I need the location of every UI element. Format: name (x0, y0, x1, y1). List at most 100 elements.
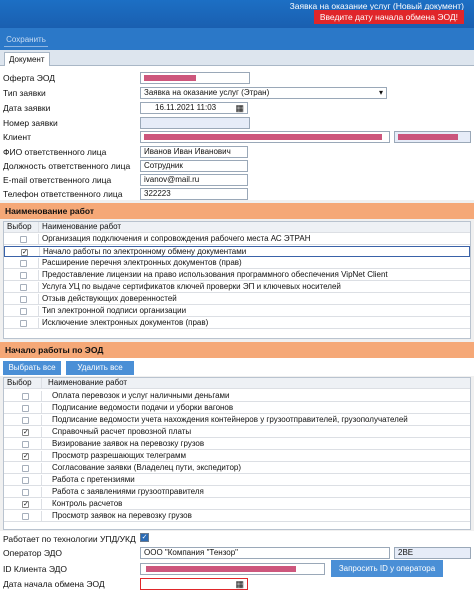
responsible-name-field[interactable]: Иванов Иван Иванович (140, 146, 248, 158)
document-form: Оферта ЭОД Тип заявки Заявка на оказание… (0, 66, 474, 200)
table-row[interactable]: Просмотр заявок на перевозку грузов (4, 511, 470, 522)
calendar-icon[interactable]: ▦ (235, 103, 244, 113)
row-checkbox[interactable] (22, 489, 29, 496)
upd-checkbox[interactable]: ✓ (140, 533, 149, 542)
redacted-mark (398, 134, 458, 140)
eod-section-header: Начало работы по ЭОД (0, 342, 474, 358)
checkmark-icon[interactable]: ✓ (22, 429, 29, 436)
start-date-label: Дата начала обмена ЭОД (3, 579, 105, 589)
responsible-name-label: ФИО ответственного лица (3, 147, 107, 157)
table-row[interactable]: Работа с заявлениями грузоотправителя (4, 487, 470, 498)
row-checkbox[interactable] (22, 513, 29, 520)
request-id-button[interactable]: Запросить ID у оператора (331, 560, 443, 577)
operator-code-field[interactable]: 2BE (394, 547, 471, 559)
save-button[interactable]: Сохранить (Ctrl+S) (4, 32, 48, 59)
client-id-label: ID Клиента ЭДО (3, 564, 68, 574)
row-checkbox[interactable] (22, 393, 29, 400)
table-row[interactable]: Тип электронной подписи организации (4, 306, 470, 317)
table-row[interactable]: Согласование заявки (Владелец пути, эксп… (4, 463, 470, 474)
redacted-mark (146, 566, 296, 572)
calendar-icon[interactable]: ▦ (235, 579, 244, 589)
col-select-header: Выбор (4, 378, 42, 388)
row-name: Тип электронной подписи организации (42, 306, 187, 315)
responsible-email-field[interactable]: ivanov@mail.ru (140, 174, 248, 186)
table-row[interactable]: Подписание ведомости подачи и уборки ваг… (4, 403, 470, 414)
select-all-button[interactable]: Выбрать все (3, 361, 61, 375)
table-row[interactable]: ✓ Начало работы по электронному обмену д… (4, 246, 470, 257)
responsible-position-label: Должность ответственного лица (3, 161, 131, 171)
start-date-field[interactable]: ▦ (140, 578, 248, 590)
responsible-email-label: E-mail ответственного лица (3, 175, 112, 185)
row-name: Отзыв действующих доверенностей (42, 294, 177, 303)
row-name: Исключение электронных документов (прав) (42, 318, 209, 327)
request-date-label: Дата заявки (3, 103, 51, 113)
table-row[interactable]: Услуга УЦ по выдаче сертификатов ключей … (4, 282, 470, 293)
table-row[interactable]: Оплата перевозок и услуг наличными деньг… (4, 391, 470, 402)
request-date-field[interactable]: 16.11.2021 11:03 ▦ (140, 102, 248, 114)
table-header: Выбор Наименование работ (4, 378, 470, 389)
table-row[interactable]: Визирование заявок на перевозку грузов (4, 439, 470, 450)
eod-button-bar: Выбрать все Удалить все (0, 358, 474, 376)
row-name: Контроль расчетов (52, 499, 123, 508)
eod-table: Выбор Наименование работ Оплата перевозо… (3, 377, 471, 530)
col-name-header: Наименование работ (48, 378, 128, 387)
row-checkbox[interactable] (22, 417, 29, 424)
request-type-select[interactable]: Заявка на оказание услуг (Этран) ▾ (140, 87, 387, 99)
operator-field[interactable]: ООО "Компания "Тензор" (140, 547, 390, 559)
upd-label: Работает по технологии УПД/УКД (3, 534, 136, 544)
responsible-phone-field[interactable]: 322223 (140, 188, 248, 200)
table-row[interactable]: Организация подключения и сопровождения … (4, 234, 470, 245)
request-date-value: 16.11.2021 11:03 (155, 103, 217, 112)
row-checkbox[interactable] (20, 236, 27, 243)
table-row[interactable]: Подписание ведомости учета нахождения ко… (4, 415, 470, 426)
table-row[interactable]: Предоставление лицензии на право использ… (4, 270, 470, 281)
tab-bar: Документ (0, 50, 474, 66)
request-type-label: Тип заявки (3, 88, 46, 98)
row-name: Расширение перечня электронных документо… (42, 258, 242, 267)
row-checkbox[interactable] (22, 465, 29, 472)
row-checkbox[interactable] (20, 272, 27, 279)
row-checkbox[interactable] (22, 405, 29, 412)
delete-all-button[interactable]: Удалить все (66, 361, 134, 375)
row-checkbox[interactable] (22, 477, 29, 484)
row-name: Оплата перевозок и услуг наличными деньг… (52, 391, 230, 400)
redacted-mark (144, 134, 382, 140)
row-checkbox[interactable] (20, 260, 27, 267)
row-name: Организация подключения и сопровождения … (42, 234, 311, 243)
table-row[interactable]: Работа с претензиями (4, 475, 470, 486)
checkmark-icon[interactable]: ✓ (22, 453, 29, 460)
checkmark-icon[interactable]: ✓ (22, 501, 29, 508)
row-checkbox[interactable] (20, 284, 27, 291)
row-name: Работа с заявлениями грузоотправителя (52, 487, 204, 496)
row-name: Работа с претензиями (52, 475, 135, 484)
request-number-field[interactable] (140, 117, 250, 129)
offer-label: Оферта ЭОД (3, 73, 56, 83)
row-name: Просмотр разрешающих телеграмм (52, 451, 186, 460)
table-row[interactable]: Исключение электронных документов (прав) (4, 318, 470, 329)
operator-label: Оператор ЭДО (3, 548, 63, 558)
row-checkbox[interactable] (22, 441, 29, 448)
table-row[interactable]: Расширение перечня электронных документо… (4, 258, 470, 269)
col-select-header: Выбор (4, 222, 39, 232)
responsible-phone-label: Телефон ответственного лица (3, 189, 123, 199)
row-name: Подписание ведомости учета нахождения ко… (52, 415, 408, 424)
client-label: Клиент (3, 132, 31, 142)
row-name: Начало работы по электронному обмену док… (43, 247, 247, 256)
row-checkbox[interactable] (20, 296, 27, 303)
checkmark-icon[interactable]: ✓ (21, 249, 28, 256)
row-checkbox[interactable] (20, 320, 27, 327)
row-name: Услуга УЦ по выдаче сертификатов ключей … (42, 282, 341, 291)
works-section-header: Наименование работ (0, 203, 474, 219)
dropdown-arrow-icon: ▾ (378, 88, 383, 97)
table-row[interactable]: Отзыв действующих доверенностей (4, 294, 470, 305)
row-name: Подписание ведомости подачи и уборки ваг… (52, 403, 234, 412)
row-checkbox[interactable] (20, 308, 27, 315)
table-row[interactable]: ✓ Просмотр разрешающих телеграмм (4, 451, 470, 462)
table-row[interactable]: ✓ Контроль расчетов (4, 499, 470, 510)
responsible-position-field[interactable]: Сотрудник (140, 160, 248, 172)
eod-settings: Работает по технологии УПД/УКД ✓ Операто… (0, 531, 474, 594)
tab-document[interactable]: Документ (4, 52, 50, 66)
error-banner: Введите дату начала обмена ЭОД! (313, 10, 464, 24)
table-row[interactable]: ✓ Справочный расчет провозной платы (4, 427, 470, 438)
table-header: Выбор Наименование работ (4, 222, 470, 233)
